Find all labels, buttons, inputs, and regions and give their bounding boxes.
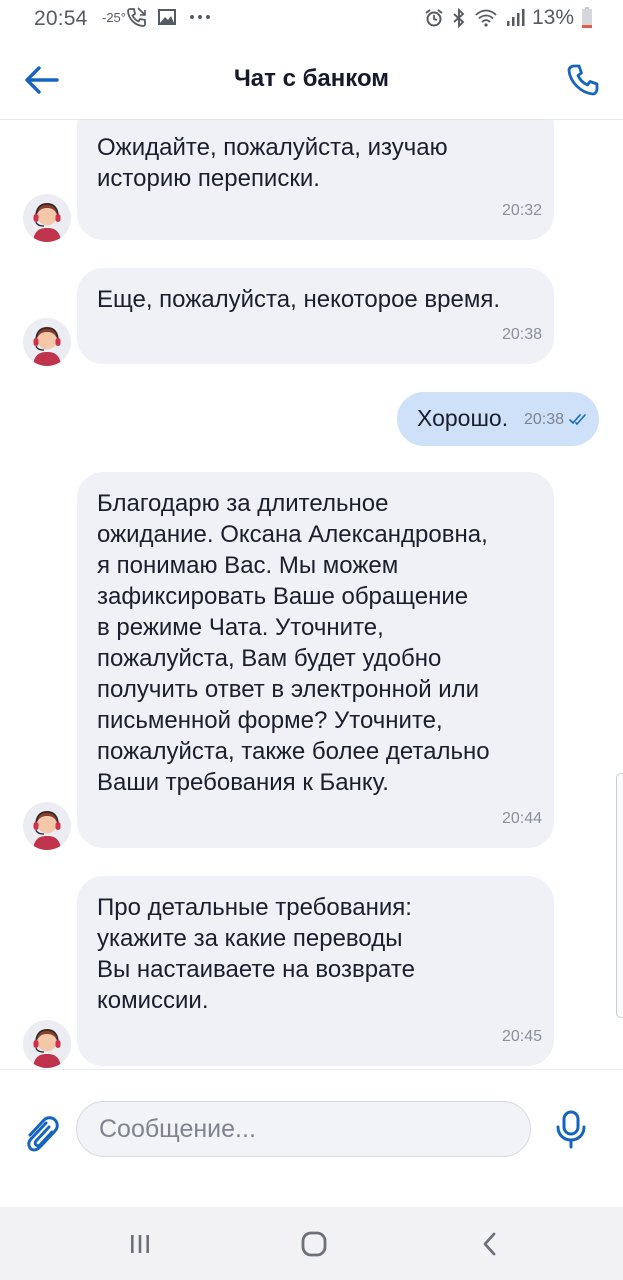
operator-avatar-icon (23, 802, 71, 850)
message-outgoing: Хорошо. 20:38 (397, 392, 599, 446)
chat-header: Чат с банком (0, 40, 623, 120)
double-check-icon (569, 414, 586, 426)
operator-avatar (23, 802, 71, 850)
home-icon (301, 1231, 327, 1257)
battery-icon (582, 7, 592, 28)
alarm-icon (425, 9, 443, 27)
page-title: Чат с банком (233, 65, 390, 92)
message-text: Хорошо. (417, 405, 509, 431)
message-incoming: Благодарю за длительное ожидание. Оксана… (77, 472, 554, 848)
bluetooth-icon (453, 8, 465, 28)
message-time: 20:38 (524, 411, 565, 428)
scroll-handle[interactable] (616, 773, 623, 1018)
status-time: 20:54 (34, 7, 88, 30)
status-temperature: -25° (102, 10, 126, 25)
call-button[interactable] (563, 60, 603, 100)
operator-avatar (23, 318, 71, 366)
operator-avatar-icon (23, 318, 71, 366)
operator-avatar (23, 194, 71, 242)
status-left-icons (125, 6, 213, 28)
operator-avatar-icon (23, 1020, 71, 1068)
message-incoming: Ожидайте, пожалуйста, изучаю историю пер… (77, 120, 554, 240)
call-missed-icon (127, 7, 146, 27)
battery-percent: 13% (531, 6, 574, 29)
message-text: Благодарю за длительное ожидание. Оксана… (97, 490, 490, 796)
attach-button[interactable] (22, 1113, 62, 1155)
message-time: 20:38 (501, 326, 542, 343)
message-composer (0, 1069, 623, 1207)
chevron-left-icon (483, 1232, 496, 1256)
operator-avatar-icon (23, 194, 71, 242)
more-dots-icon (190, 15, 210, 19)
image-icon (158, 9, 176, 25)
paperclip-icon (27, 1116, 59, 1152)
message-incoming: Про детальные требования: укажите за как… (77, 876, 554, 1066)
message-text: Ожидайте, пожалуйста, изучаю историю пер… (97, 134, 448, 192)
message-time: 20:45 (501, 1028, 542, 1045)
microphone-button[interactable] (552, 1110, 590, 1150)
home-button[interactable] (296, 1229, 332, 1259)
signal-icon (506, 9, 525, 26)
operator-avatar (23, 1020, 71, 1068)
message-time: 20:32 (501, 202, 542, 219)
recent-apps-button[interactable] (122, 1229, 158, 1259)
microphone-icon (556, 1110, 586, 1149)
chat-messages[interactable]: Ожидайте, пожалуйста, изучаю историю пер… (0, 120, 623, 1070)
status-right-icons: 13% (424, 6, 593, 30)
message-text: Про детальные требования: укажите за как… (97, 894, 415, 1014)
wifi-icon (475, 9, 497, 27)
message-incoming: Еще, пожалуйста, некоторое время. 20:38 (77, 268, 554, 364)
recent-apps-icon (131, 1235, 149, 1253)
message-text: Еще, пожалуйста, некоторое время. (97, 286, 501, 313)
system-navigation-bar (0, 1207, 623, 1280)
message-time: 20:44 (501, 810, 542, 827)
status-bar: 20:54 -25° 13% (0, 0, 623, 40)
nav-back-button[interactable] (472, 1229, 508, 1259)
phone-icon (567, 64, 599, 96)
message-input[interactable] (76, 1101, 531, 1157)
